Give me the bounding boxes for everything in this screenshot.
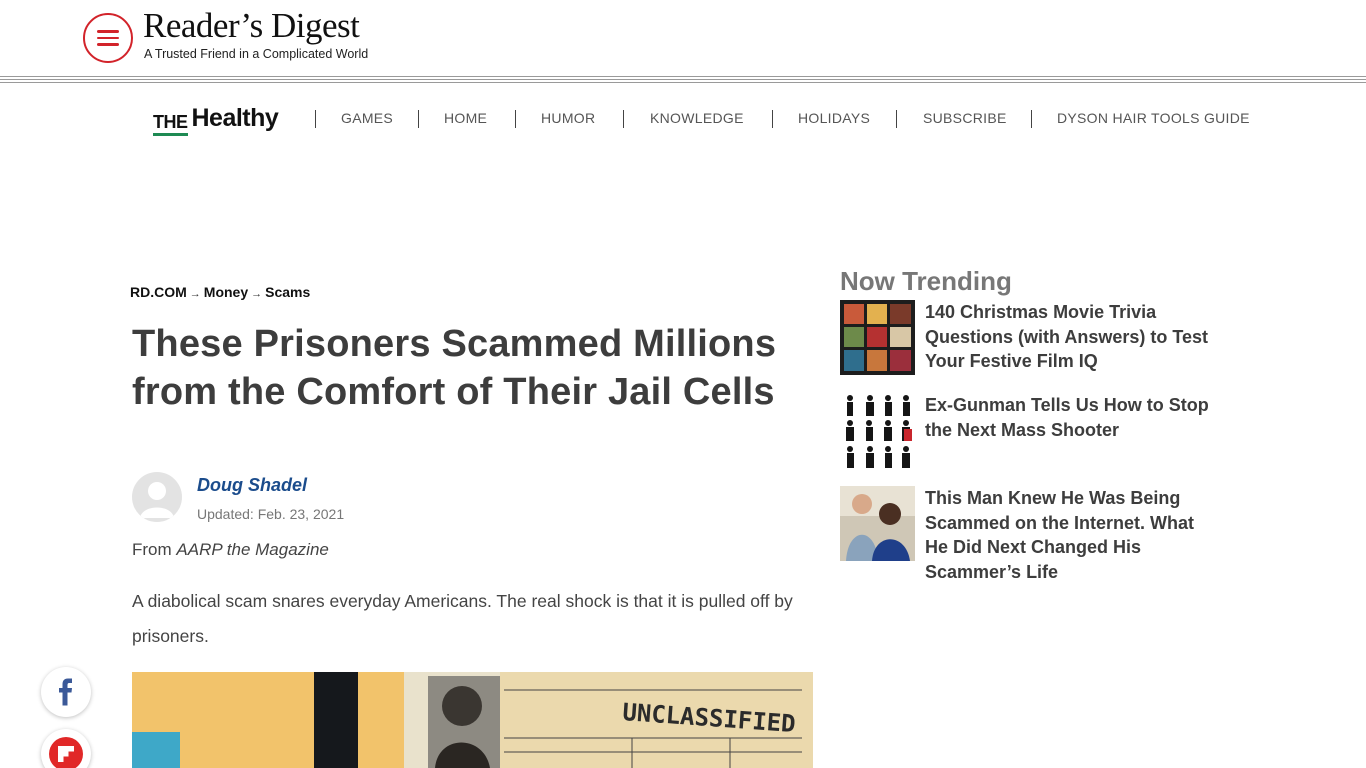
breadcrumb-arrow-icon: → — [251, 288, 263, 300]
breadcrumb: RD.COM → Money → Scams — [130, 284, 310, 300]
trending-link[interactable]: Ex-Gunman Tells Us How to Stop the Next … — [925, 393, 1215, 442]
breadcrumb-item-rd[interactable]: RD.COM — [130, 284, 187, 300]
menu-icon-line — [97, 36, 119, 40]
nav-separator — [623, 110, 624, 128]
breadcrumb-arrow-icon: → — [189, 288, 201, 300]
flipboard-share-button[interactable] — [41, 729, 91, 768]
the-healthy-logo-word: Healthy — [191, 104, 279, 132]
header-divider — [0, 82, 1366, 83]
nav-item-holidays[interactable]: HOLIDAYS — [798, 110, 870, 126]
updated-date: Updated: Feb. 23, 2021 — [197, 506, 345, 522]
trending-item[interactable]: This Man Knew He Was Being Scammed on th… — [840, 486, 1220, 586]
article-title: These Prisoners Scammed Millions from th… — [132, 323, 777, 413]
trending-thumbnail[interactable] — [840, 486, 915, 561]
nav-item-humor[interactable]: HUMOR — [541, 110, 595, 126]
hero-collage-graphic: UNCLASSIFIED — [132, 672, 813, 768]
trending-item[interactable]: Ex-Gunman Tells Us How to Stop the Next … — [840, 393, 1220, 473]
nav-separator — [515, 110, 516, 128]
flipboard-icon — [49, 737, 83, 768]
trending-item[interactable]: 140 Christmas Movie Trivia Questions (wi… — [840, 300, 1220, 380]
two-men-photo-image — [840, 486, 915, 561]
source-line: From AARP the Magazine — [132, 540, 329, 560]
nav-item-dyson-hair-tools-guide[interactable]: DYSON HAIR TOOLS GUIDE — [1057, 110, 1250, 126]
hero-image: UNCLASSIFIED — [132, 672, 813, 768]
source-publication: AARP the Magazine — [176, 540, 329, 559]
author-name-link[interactable]: Doug Shadel — [197, 475, 307, 496]
nav-item-knowledge[interactable]: KNOWLEDGE — [650, 110, 744, 126]
site-header: Reader’s Digest A Trusted Friend in a Co… — [0, 0, 1366, 76]
the-healthy-logo[interactable]: THE Healthy — [153, 103, 279, 136]
hamburger-menu-button[interactable] — [83, 13, 133, 63]
header-divider — [0, 79, 1366, 80]
nav-separator — [315, 110, 316, 128]
breadcrumb-item-money[interactable]: Money — [204, 284, 248, 300]
menu-icon-line — [97, 30, 119, 33]
nav-item-subscribe[interactable]: SUBSCRIBE — [923, 110, 1007, 126]
facebook-share-button[interactable] — [41, 667, 91, 717]
article-dek: A diabolical scam snares everyday Americ… — [132, 591, 793, 646]
the-healthy-logo-the: THE — [153, 112, 188, 136]
nav-separator — [896, 110, 897, 128]
nav-item-games[interactable]: GAMES — [341, 110, 393, 126]
site-logo[interactable]: Reader’s Digest — [143, 6, 360, 46]
secondary-nav: THE Healthy GAMES HOME HUMOR KNOWLEDGE H… — [0, 100, 1366, 138]
trending-thumbnail[interactable] — [840, 393, 915, 468]
person-silhouette-icon — [140, 482, 174, 518]
header-divider — [0, 76, 1366, 77]
nav-separator — [772, 110, 773, 128]
trending-link[interactable]: 140 Christmas Movie Trivia Questions (wi… — [925, 300, 1215, 374]
site-tagline: A Trusted Friend in a Complicated World — [144, 47, 369, 61]
trending-heading: Now Trending — [840, 266, 1012, 296]
trending-link[interactable]: This Man Knew He Was Being Scammed on th… — [925, 486, 1215, 584]
author-avatar[interactable] — [132, 472, 182, 522]
facebook-icon — [59, 678, 72, 706]
trending-thumbnail[interactable] — [840, 300, 915, 375]
silhouettes-grid-image — [840, 393, 915, 468]
source-prefix: From — [132, 540, 172, 559]
film-strip-collage-image — [840, 300, 915, 375]
menu-icon-line — [97, 43, 119, 46]
nav-separator — [418, 110, 419, 128]
breadcrumb-item-scams[interactable]: Scams — [265, 284, 310, 300]
nav-item-home[interactable]: HOME — [444, 110, 487, 126]
nav-separator — [1031, 110, 1032, 128]
